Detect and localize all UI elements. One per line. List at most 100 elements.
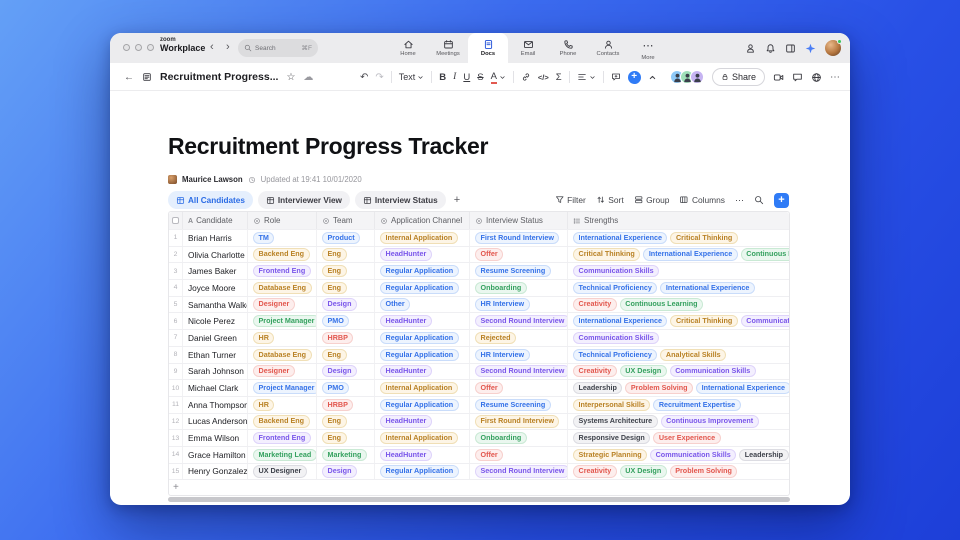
add-row-button[interactable]: +: [169, 479, 789, 495]
nav-tab-home[interactable]: Home: [388, 33, 428, 63]
strength-pill[interactable]: Communication Skills: [741, 315, 789, 327]
status-cell[interactable]: Resume Screening: [469, 397, 567, 413]
channel-pill[interactable]: HeadHunter: [380, 248, 432, 260]
status-cell[interactable]: Rejected: [469, 330, 567, 346]
channel-pill[interactable]: Regular Application: [380, 349, 459, 361]
strengths-cell[interactable]: LeadershipProblem SolvingInternational E…: [567, 380, 789, 396]
star-favorite-icon[interactable]: ☆: [286, 72, 295, 83]
text-color-dropdown[interactable]: A: [491, 71, 506, 84]
strength-pill[interactable]: International Experience: [696, 382, 789, 394]
status-cell[interactable]: HR Interview: [469, 297, 567, 313]
team-cell[interactable]: HRBP: [316, 397, 374, 413]
strengths-cell[interactable]: CreativityUX DesignProblem Solving: [567, 464, 789, 480]
strengths-cell[interactable]: CreativityUX DesignCommunication Skills: [567, 364, 789, 380]
column-header-strengths[interactable]: Strengths: [567, 212, 789, 229]
strength-pill[interactable]: Problem Solving: [625, 382, 693, 394]
channel-cell[interactable]: Regular Application: [374, 347, 469, 363]
nav-tab-meetings[interactable]: Meetings: [428, 33, 468, 63]
strengths-cell[interactable]: International ExperienceCritical Thinkin…: [567, 313, 789, 329]
role-pill[interactable]: HR: [253, 332, 274, 344]
team-cell[interactable]: Product: [316, 230, 374, 246]
channel-cell[interactable]: Internal Application: [374, 380, 469, 396]
strength-pill[interactable]: Recruitment Expertise: [653, 399, 740, 411]
team-cell[interactable]: Design: [316, 364, 374, 380]
strikethrough-button[interactable]: S: [477, 72, 483, 83]
status-cell[interactable]: Resume Screening: [469, 263, 567, 279]
role-pill[interactable]: Database Eng: [253, 349, 312, 361]
status-cell[interactable]: Offer: [469, 380, 567, 396]
status-cell[interactable]: First Round Interview: [469, 230, 567, 246]
strengths-cell[interactable]: Strategic PlanningCommunication SkillsLe…: [567, 447, 789, 463]
role-pill[interactable]: Database Eng: [253, 282, 312, 294]
candidate-cell[interactable]: Ethan Turner: [182, 347, 247, 363]
status-pill[interactable]: Onboarding: [475, 432, 527, 444]
channel-cell[interactable]: Regular Application: [374, 397, 469, 413]
doc-title-breadcrumb[interactable]: Recruitment Progress...: [160, 71, 278, 83]
channel-pill[interactable]: HeadHunter: [380, 415, 432, 427]
candidate-cell[interactable]: Henry Gonzalez: [182, 464, 247, 480]
status-cell[interactable]: Offer: [469, 447, 567, 463]
status-pill[interactable]: First Round Interview: [475, 415, 559, 427]
group-button[interactable]: Group: [634, 195, 670, 205]
team-cell[interactable]: HRBP: [316, 330, 374, 346]
strength-pill[interactable]: UX Design: [620, 465, 667, 477]
strength-pill[interactable]: International Experience: [573, 315, 667, 327]
role-cell[interactable]: Project Manager: [247, 313, 316, 329]
team-pill[interactable]: Design: [322, 298, 357, 310]
strengths-cell[interactable]: Communication Skills: [567, 330, 789, 346]
role-cell[interactable]: HR: [247, 397, 316, 413]
team-pill[interactable]: Product: [322, 232, 360, 244]
status-cell[interactable]: Second Round Interview: [469, 313, 567, 329]
team-pill[interactable]: PMO: [322, 382, 349, 394]
strengths-cell[interactable]: Technical ProficiencyAnalytical Skills: [567, 347, 789, 363]
strength-pill[interactable]: Strategic Planning: [573, 449, 647, 461]
channel-pill[interactable]: Regular Application: [380, 399, 459, 411]
status-pill[interactable]: HR Interview: [475, 298, 530, 310]
strengths-cell[interactable]: Systems ArchitectureContinuous Improveme…: [567, 414, 789, 430]
select-all-checkbox[interactable]: [172, 217, 179, 224]
strength-pill[interactable]: Creativity: [573, 365, 617, 377]
comment-icon[interactable]: [611, 72, 621, 82]
globe-language-icon[interactable]: [811, 72, 822, 83]
sort-button[interactable]: Sort: [596, 195, 624, 205]
chat-icon[interactable]: [792, 72, 803, 83]
horizontal-scrollbar[interactable]: [168, 497, 790, 502]
formula-button[interactable]: Σ: [556, 72, 562, 83]
team-pill[interactable]: Design: [322, 465, 357, 477]
team-cell[interactable]: Eng: [316, 347, 374, 363]
view-tab-interview-status[interactable]: Interview Status: [355, 191, 446, 209]
channel-cell[interactable]: Regular Application: [374, 330, 469, 346]
account-icon[interactable]: [745, 43, 756, 54]
role-cell[interactable]: Designer: [247, 297, 316, 313]
view-more-icon[interactable]: ⋯: [735, 195, 744, 206]
status-cell[interactable]: HR Interview: [469, 347, 567, 363]
collapse-toolbar-icon[interactable]: [648, 73, 657, 82]
channel-cell[interactable]: HeadHunter: [374, 414, 469, 430]
column-header-interview-status[interactable]: Interview Status: [469, 212, 567, 229]
notifications-bell-icon[interactable]: [765, 43, 776, 54]
nav-back-button[interactable]: ‹: [210, 41, 214, 53]
role-pill[interactable]: Backend Eng: [253, 415, 310, 427]
strength-pill[interactable]: Communication Skills: [573, 332, 659, 344]
nav-tab-email[interactable]: Email: [508, 33, 548, 63]
strengths-cell[interactable]: Interpersonal SkillsRecruitment Expertis…: [567, 397, 789, 413]
role-cell[interactable]: Backend Eng: [247, 247, 316, 263]
strength-pill[interactable]: Problem Solving: [670, 465, 738, 477]
columns-button[interactable]: Columns: [679, 195, 725, 205]
add-view-button[interactable]: +: [451, 194, 463, 206]
strength-pill[interactable]: Communication Skills: [670, 365, 756, 377]
channel-pill[interactable]: Other: [380, 298, 410, 310]
team-cell[interactable]: PMO: [316, 313, 374, 329]
team-cell[interactable]: Design: [316, 297, 374, 313]
strength-pill[interactable]: Technical Proficiency: [573, 349, 657, 361]
candidate-cell[interactable]: Joyce Moore: [182, 280, 247, 296]
role-cell[interactable]: Frontend Eng: [247, 263, 316, 279]
channel-cell[interactable]: HeadHunter: [374, 313, 469, 329]
team-pill[interactable]: HRBP: [322, 332, 353, 344]
channel-cell[interactable]: Other: [374, 297, 469, 313]
strength-pill[interactable]: Critical Thinking: [670, 315, 737, 327]
strength-pill[interactable]: International Experience: [573, 232, 667, 244]
channel-pill[interactable]: Regular Application: [380, 465, 459, 477]
strength-pill[interactable]: Systems Architecture: [573, 415, 658, 427]
team-pill[interactable]: Eng: [322, 248, 347, 260]
